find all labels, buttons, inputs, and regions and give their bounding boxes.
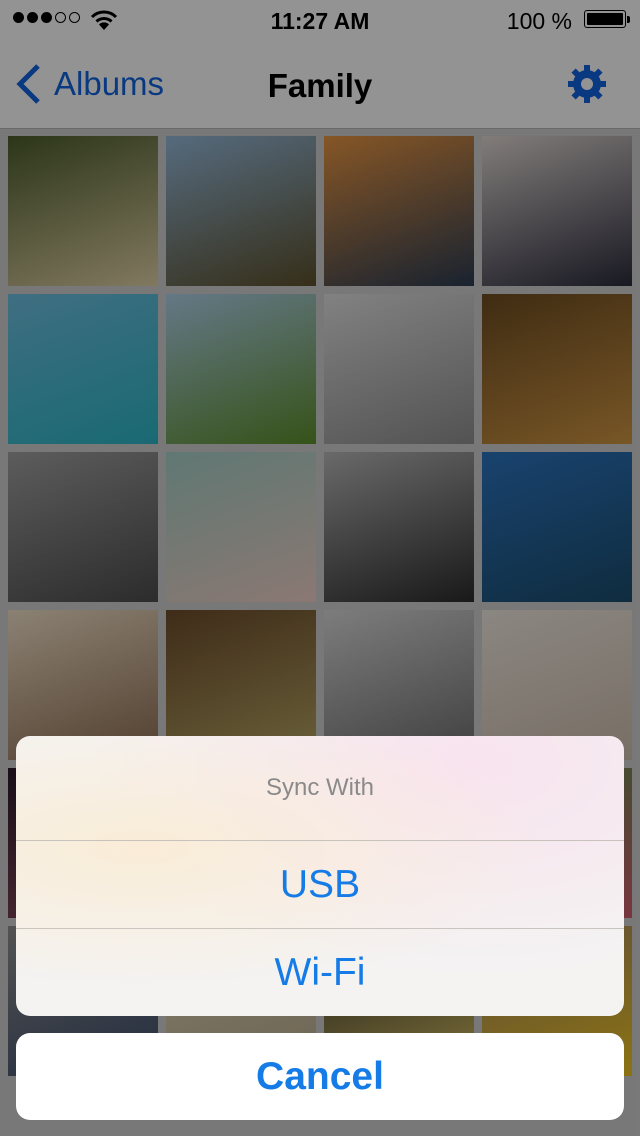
cancel-button[interactable]: Cancel	[16, 1033, 624, 1120]
action-sheet-title: Sync With	[16, 736, 624, 841]
wifi-button[interactable]: Wi-Fi	[16, 929, 624, 1016]
action-sheet: Sync With USB Wi-Fi	[16, 736, 624, 1016]
usb-button[interactable]: USB	[16, 841, 624, 929]
